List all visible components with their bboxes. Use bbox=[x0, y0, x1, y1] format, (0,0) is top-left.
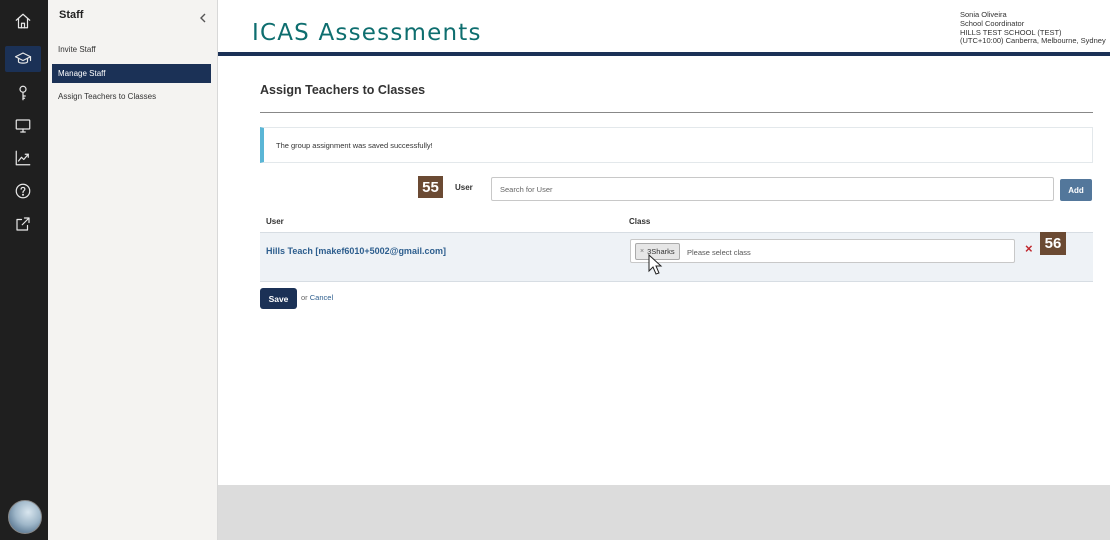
title-divider bbox=[260, 112, 1093, 113]
sidebar-item-manage-staff[interactable]: Manage Staff bbox=[52, 64, 211, 83]
save-button[interactable]: Save bbox=[260, 288, 297, 309]
sidebar-item-label: Manage Staff bbox=[58, 69, 106, 78]
teacher-link[interactable]: Hills Teach [makef6010+5002@gmail.com] bbox=[266, 246, 446, 256]
step-badge-remove: 56 bbox=[1040, 232, 1066, 255]
timezone: (UTC+10:00) Canberra, Melbourne, Sydney bbox=[960, 36, 1106, 46]
staff-sidebar: Staff Invite Staff Manage Staff Assign T… bbox=[48, 0, 218, 540]
or-cancel: or Cancel bbox=[301, 293, 333, 302]
column-header-class: Class bbox=[629, 217, 651, 226]
user-search-input[interactable] bbox=[491, 177, 1054, 201]
tag-remove-icon[interactable]: × bbox=[640, 248, 644, 255]
success-alert: The group assignment was saved successfu… bbox=[260, 127, 1093, 163]
mouse-cursor-icon bbox=[648, 254, 663, 275]
main-content: Assign Teachers to Classes The group ass… bbox=[218, 60, 1110, 485]
sidebar-title: Staff bbox=[59, 9, 84, 21]
class-select[interactable]: × 3Sharks Please select class bbox=[630, 239, 1015, 263]
avatar[interactable] bbox=[8, 500, 42, 534]
step-badge-search: 55 bbox=[418, 176, 443, 198]
app-header: ICAS Assessments Sonia Oliveira School C… bbox=[218, 0, 1110, 56]
monitor-icon[interactable] bbox=[5, 113, 41, 139]
page-title: Assign Teachers to Classes bbox=[260, 83, 426, 97]
user-search-label: User bbox=[455, 183, 473, 192]
remove-row-icon[interactable]: × bbox=[1025, 241, 1033, 256]
page-footer bbox=[218, 485, 1110, 540]
key-icon[interactable] bbox=[5, 80, 41, 106]
add-button[interactable]: Add bbox=[1060, 179, 1092, 201]
external-link-icon[interactable] bbox=[5, 211, 41, 237]
sidebar-item-invite-staff[interactable]: Invite Staff bbox=[52, 40, 211, 59]
class-select-placeholder: Please select class bbox=[687, 248, 751, 257]
cancel-link[interactable]: Cancel bbox=[310, 293, 333, 302]
user-info: Sonia Oliveira School Coordinator HILLS … bbox=[960, 10, 1106, 46]
trend-chart-icon[interactable] bbox=[5, 145, 41, 171]
alert-message: The group assignment was saved successfu… bbox=[276, 140, 433, 150]
icon-rail bbox=[0, 0, 48, 540]
or-label: or bbox=[301, 293, 308, 302]
graduation-cap-icon[interactable] bbox=[5, 46, 41, 72]
brand-logo[interactable]: ICAS Assessments bbox=[252, 20, 482, 46]
sidebar-item-label: Assign Teachers to Classes bbox=[58, 92, 157, 101]
sidebar-item-label: Invite Staff bbox=[58, 45, 96, 54]
chevron-left-icon[interactable] bbox=[198, 13, 210, 25]
help-icon[interactable] bbox=[5, 178, 41, 204]
column-header-user: User bbox=[266, 217, 284, 226]
sidebar-item-assign-teachers[interactable]: Assign Teachers to Classes bbox=[52, 87, 211, 106]
table-row: Hills Teach [makef6010+5002@gmail.com] ×… bbox=[260, 232, 1093, 282]
home-icon[interactable] bbox=[5, 8, 41, 34]
